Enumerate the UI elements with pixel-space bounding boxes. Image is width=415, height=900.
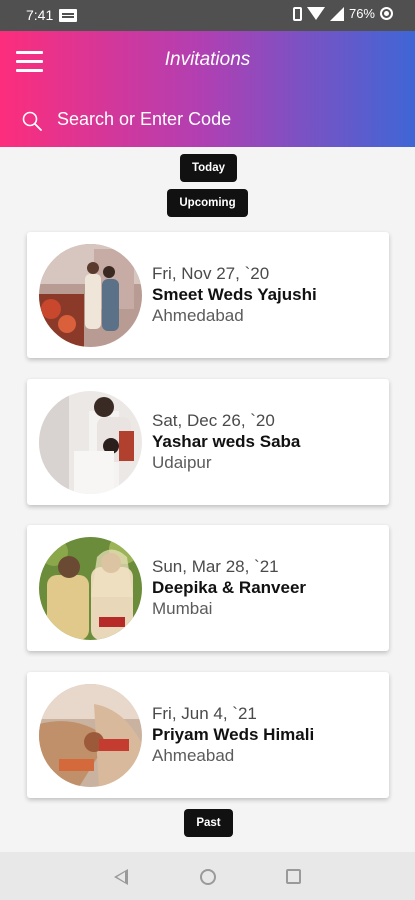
system-navigation-bar [0, 852, 415, 900]
invitation-card[interactable]: Fri, Jun 4, `21 Priyam Weds Himali Ahmea… [27, 672, 389, 798]
status-bar: 7:41 76% [0, 0, 415, 31]
invitation-title: Priyam Weds Himali [152, 725, 315, 744]
invitation-date: Sat, Dec 26, `20 [152, 411, 275, 430]
invitation-details: Fri, Nov 27, `20 Smeet Weds Yajushi Ahme… [152, 263, 317, 326]
invitation-city: Ahmedabad [152, 306, 244, 325]
back-icon[interactable] [114, 869, 128, 885]
invitation-date: Fri, Jun 4, `21 [152, 704, 257, 723]
search-input[interactable]: Search or Enter Code [57, 109, 231, 130]
battery-icon [380, 7, 393, 20]
invitation-details: Sat, Dec 26, `20 Yashar weds Saba Udaipu… [152, 410, 300, 473]
invitation-details: Sun, Mar 28, `21 Deepika & Ranveer Mumba… [152, 556, 306, 619]
couple-photo [39, 537, 142, 640]
invitation-card[interactable]: Fri, Nov 27, `20 Smeet Weds Yajushi Ahme… [27, 232, 389, 358]
wifi-icon [306, 7, 325, 20]
invitation-date: Fri, Nov 27, `20 [152, 264, 270, 283]
invitation-details: Fri, Jun 4, `21 Priyam Weds Himali Ahmea… [152, 703, 314, 766]
cell-signal-icon [329, 6, 344, 21]
invitation-date: Sun, Mar 28, `21 [152, 557, 279, 576]
invitation-card[interactable]: Sun, Mar 28, `21 Deepika & Ranveer Mumba… [27, 525, 389, 651]
battery-percent: 76% [348, 6, 375, 21]
past-section-button[interactable]: Past [184, 809, 233, 837]
vibrate-icon [292, 6, 302, 21]
message-notification-icon [59, 9, 77, 22]
couple-photo [39, 244, 142, 347]
couple-photo [39, 684, 142, 787]
invitation-title: Yashar weds Saba [152, 432, 301, 451]
recents-icon[interactable] [286, 869, 301, 884]
status-indicators: 76% [292, 6, 393, 21]
invitation-card[interactable]: Sat, Dec 26, `20 Yashar weds Saba Udaipu… [27, 379, 389, 505]
invitation-city: Mumbai [152, 599, 213, 618]
today-section-button[interactable]: Today [180, 154, 237, 182]
page-title: Invitations [164, 49, 251, 70]
status-time: 7:41 [26, 7, 54, 23]
invitation-title: Deepika & Ranveer [152, 578, 307, 597]
invitation-city: Ahmeabad [152, 746, 235, 765]
app-header: Invitations Search or Enter Code [0, 31, 415, 147]
home-icon[interactable] [200, 869, 216, 885]
search-bar[interactable]: Search or Enter Code [0, 105, 415, 137]
couple-photo [39, 391, 142, 494]
upcoming-section-button[interactable]: Upcoming [167, 189, 248, 217]
invitation-city: Udaipur [152, 453, 212, 472]
search-icon [22, 111, 42, 131]
invitation-title: Smeet Weds Yajushi [152, 285, 317, 304]
